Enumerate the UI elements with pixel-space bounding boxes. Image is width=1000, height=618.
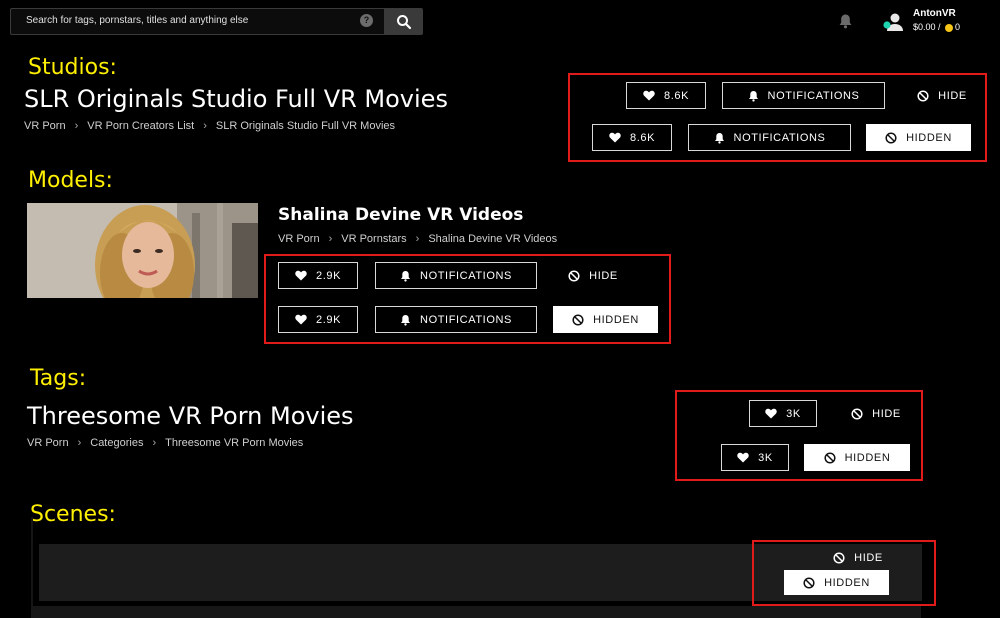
- studio-title: SLR Originals Studio Full VR Movies: [24, 85, 448, 113]
- heart-icon: [643, 90, 655, 101]
- balance-amount: $0.00 /: [913, 22, 941, 32]
- tag-like-button-2[interactable]: 3K: [721, 444, 789, 471]
- breadcrumb-item: SLR Originals Studio Full VR Movies: [215, 120, 396, 132]
- studio-hide-button[interactable]: HIDE: [902, 82, 982, 109]
- breadcrumb-item[interactable]: VR Porn: [278, 233, 320, 245]
- scene-hidden-button[interactable]: HIDDEN: [784, 570, 889, 595]
- hidden-label: HIDDEN: [844, 451, 891, 464]
- breadcrumb-item[interactable]: VR Porn: [27, 437, 69, 449]
- hide-label: HIDE: [872, 407, 901, 420]
- coin-count: 0: [955, 22, 961, 32]
- ban-icon: [851, 407, 863, 420]
- tag-like-button[interactable]: 3K: [749, 400, 817, 427]
- studio-like-button[interactable]: 8.6K: [626, 82, 706, 109]
- breadcrumb-item: Shalina Devine VR Videos: [428, 233, 558, 245]
- coin-icon: [945, 23, 954, 32]
- hidden-label: HIDDEN: [593, 313, 639, 326]
- like-count: 3K: [786, 407, 801, 420]
- studio-notifications-button-2[interactable]: NOTIFICATIONS: [688, 124, 851, 151]
- like-count: 3K: [758, 451, 773, 464]
- like-count: 2.9K: [315, 313, 342, 326]
- search-placeholder: Search for tags, pornstars, titles and a…: [26, 15, 249, 26]
- ban-icon: [917, 89, 929, 102]
- bell-icon: [401, 270, 411, 282]
- model-hidden-button[interactable]: HIDDEN: [553, 306, 658, 333]
- ban-icon: [568, 269, 580, 282]
- model-like-button[interactable]: 2.9K: [278, 262, 358, 289]
- studio-like-button-2[interactable]: 8.6K: [592, 124, 672, 151]
- tags-label: Tags:: [30, 366, 87, 391]
- search-icon: [397, 15, 412, 30]
- model-breadcrumb: VR Porn › VR Pornstars › Shalina Devine VR V…: [278, 233, 558, 245]
- ban-icon: [833, 552, 845, 564]
- ban-icon: [885, 131, 897, 144]
- scenes-label: Scenes:: [30, 502, 116, 527]
- search-button[interactable]: [384, 8, 423, 35]
- tag-hide-button[interactable]: HIDE: [836, 400, 916, 427]
- heart-icon: [737, 452, 749, 463]
- scene-hide-button[interactable]: HIDE: [818, 548, 898, 568]
- hide-label: HIDE: [938, 89, 967, 102]
- model-title: Shalina Devine VR Videos: [278, 205, 524, 225]
- user-avatar-icon[interactable]: [882, 12, 906, 32]
- breadcrumb-item[interactable]: VR Porn: [24, 120, 66, 132]
- breadcrumb-item[interactable]: VR Pornstars: [341, 233, 406, 245]
- notifications-label: NOTIFICATIONS: [420, 269, 512, 282]
- hide-label: HIDE: [589, 269, 618, 282]
- breadcrumb-item[interactable]: VR Porn Creators List: [87, 120, 194, 132]
- username[interactable]: AntonVR: [913, 8, 956, 19]
- bell-icon: [748, 90, 758, 102]
- ban-icon: [803, 576, 815, 589]
- model-notifications-button-2[interactable]: NOTIFICATIONS: [375, 306, 537, 333]
- help-icon[interactable]: ?: [360, 14, 373, 27]
- tag-breadcrumb: VR Porn › Categories › Threesome VR Porn Mov…: [27, 437, 304, 449]
- notifications-label: NOTIFICATIONS: [420, 313, 512, 326]
- model-like-button-2[interactable]: 2.9K: [278, 306, 358, 333]
- studio-breadcrumb: VR Porn › VR Porn Creators List › SLR Origin…: [24, 120, 396, 132]
- heart-icon: [609, 132, 621, 143]
- model-notifications-button[interactable]: NOTIFICATIONS: [375, 262, 537, 289]
- bell-icon: [714, 132, 724, 144]
- model-hide-button[interactable]: HIDE: [553, 262, 633, 289]
- notifications-label: NOTIFICATIONS: [767, 89, 860, 102]
- like-count: 8.6K: [663, 89, 690, 102]
- models-label: Models:: [28, 168, 113, 193]
- heart-icon: [765, 408, 777, 419]
- ban-icon: [824, 451, 836, 464]
- like-count: 8.6K: [629, 131, 656, 144]
- model-photo[interactable]: [27, 203, 258, 298]
- notifications-label: NOTIFICATIONS: [733, 131, 826, 144]
- tag-hidden-button[interactable]: HIDDEN: [804, 444, 910, 471]
- scene-divider: [31, 517, 33, 618]
- hide-label: HIDE: [854, 552, 883, 564]
- like-count: 2.9K: [315, 269, 342, 282]
- model-photo-graphic: [27, 203, 258, 298]
- bell-icon: [401, 314, 411, 326]
- studios-label: Studios:: [28, 55, 117, 80]
- studio-hidden-button[interactable]: HIDDEN: [866, 124, 971, 151]
- heart-icon: [295, 314, 307, 325]
- breadcrumb-item: Threesome VR Porn Movies: [165, 437, 304, 449]
- heart-icon: [295, 270, 307, 281]
- ban-icon: [572, 313, 584, 326]
- scene-card-bottom: [31, 606, 921, 618]
- hidden-label: HIDDEN: [906, 131, 952, 144]
- breadcrumb-item[interactable]: Categories: [90, 437, 143, 449]
- tag-title: Threesome VR Porn Movies: [27, 402, 354, 430]
- studio-notifications-button[interactable]: NOTIFICATIONS: [722, 82, 885, 109]
- bell-icon[interactable]: [838, 13, 853, 29]
- hidden-label: HIDDEN: [824, 576, 870, 589]
- balance: $0.00 / 0: [913, 22, 960, 32]
